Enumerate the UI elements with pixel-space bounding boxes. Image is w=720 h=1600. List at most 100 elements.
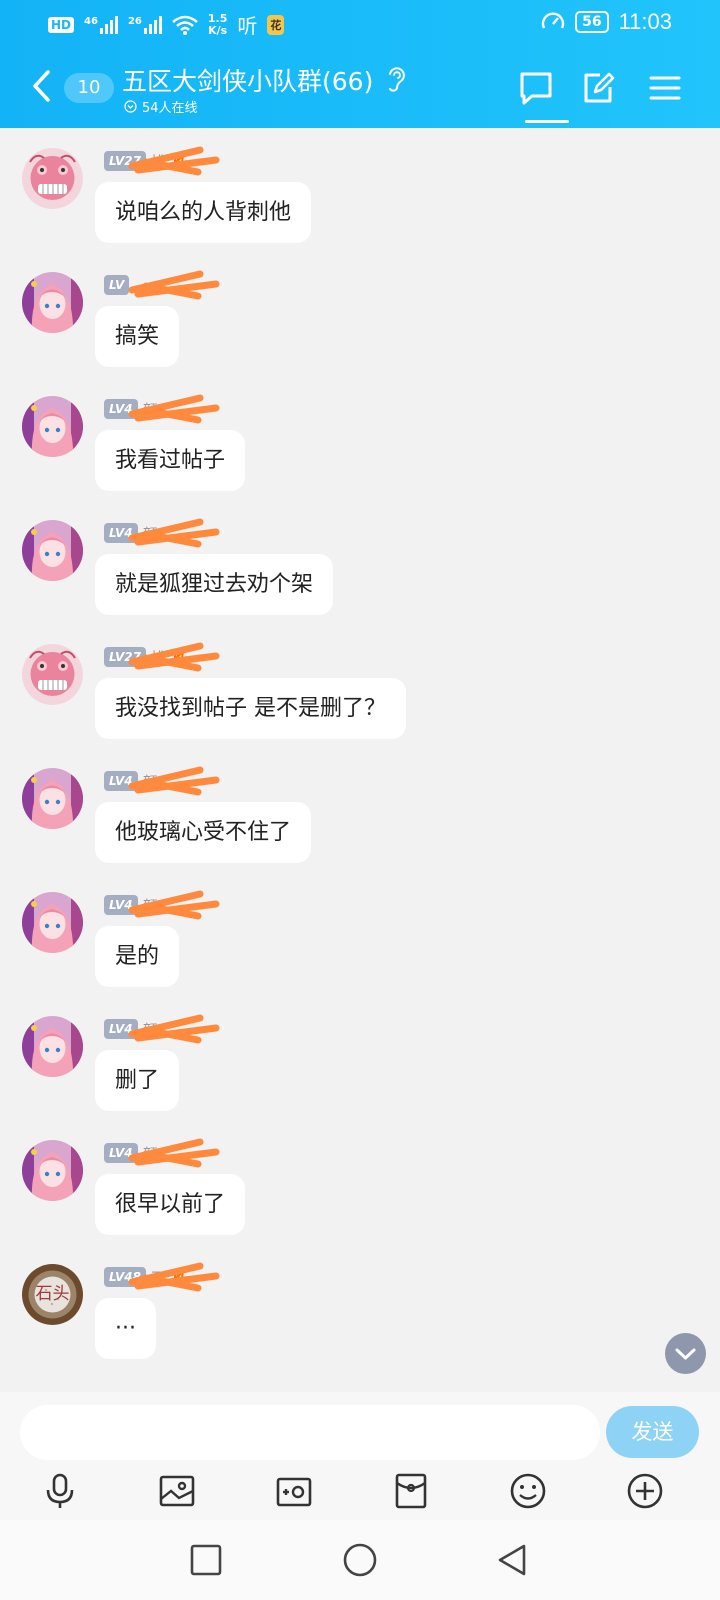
message-row: LV4 颜他玻璃心受不住了 <box>0 748 720 872</box>
emoji-icon[interactable] <box>508 1471 548 1511</box>
listen-icon: 听 <box>237 14 258 38</box>
message-bubble[interactable]: ··· <box>95 1298 156 1359</box>
level-badge: LV <box>104 275 130 295</box>
avatar[interactable] <box>22 768 83 829</box>
recent-apps-icon[interactable] <box>188 1542 224 1578</box>
scroll-to-bottom-button[interactable] <box>665 1333 706 1374</box>
battery-icon: 56 <box>575 11 609 33</box>
message-row: LV 搞笑 <box>0 252 720 376</box>
sender-nickname[interactable]: 颜 <box>143 1143 158 1164</box>
sim1-signal: 46 <box>84 15 118 34</box>
level-badge: LV48 <box>104 1267 146 1287</box>
avatar[interactable] <box>22 644 83 705</box>
message-row: LV4 颜就是狐狸过去劝个架 <box>0 500 720 624</box>
fire-icon: 🔥 <box>171 1268 190 1286</box>
level-badge: LV4 <box>104 771 138 791</box>
back-arrow-icon[interactable] <box>28 68 58 104</box>
message-bubble[interactable]: 删了 <box>95 1050 180 1111</box>
avatar[interactable] <box>22 892 83 953</box>
status-left-group: HD 46 26 1.5 K/s 听 花 <box>48 10 285 39</box>
online-status[interactable]: 54人在线 <box>124 97 198 116</box>
message-row: LV4 颜很早以前了 <box>0 1120 720 1244</box>
send-button[interactable]: 发送 <box>606 1406 699 1458</box>
status-bar: HD 46 26 1.5 K/s 听 花 56 11:03 <box>0 0 720 48</box>
message-bubble[interactable]: 是的 <box>95 926 180 987</box>
message-row: 石头 LV48 石 🔥 ··· <box>0 1244 720 1368</box>
level-badge: LV4 <box>104 1019 138 1039</box>
sender-nickname[interactable]: 桃 <box>151 151 166 172</box>
sender-nickname[interactable]: 颜 <box>143 771 158 792</box>
chevron-down-icon <box>675 1348 696 1360</box>
avatar[interactable] <box>22 1140 83 1201</box>
message-row: LV27 桃 🔥 说咱么的人背刺他 <box>0 128 720 252</box>
image-icon[interactable] <box>157 1471 197 1511</box>
avatar[interactable] <box>22 272 83 333</box>
message-bubble[interactable]: 他玻璃心受不住了 <box>95 802 312 863</box>
level-badge: LV4 <box>104 1143 138 1163</box>
input-area: 发送 <box>0 1392 720 1520</box>
ear-icon[interactable] <box>385 64 407 94</box>
chat-tab-underline <box>525 120 569 123</box>
message-bubble[interactable]: 很早以前了 <box>95 1174 246 1235</box>
group-title[interactable]: 五区大剑侠小队群(66) <box>122 62 373 98</box>
level-badge: LV4 <box>104 895 138 915</box>
sender-meta: LV <box>104 274 134 296</box>
online-chevron-icon <box>124 100 137 113</box>
message-bubble[interactable]: 说咱么的人背刺他 <box>95 182 312 243</box>
sender-meta: LV27 桃 🔥 <box>104 150 190 172</box>
hd-badge: HD <box>48 16 75 33</box>
microphone-icon[interactable] <box>40 1471 80 1511</box>
sender-meta: LV4 颜 <box>104 770 158 792</box>
sender-nickname[interactable]: 颜 <box>143 399 158 420</box>
avatar[interactable] <box>22 148 83 209</box>
clock: 11:03 <box>618 9 672 34</box>
plus-icon[interactable] <box>625 1471 665 1511</box>
message-row: LV4 颜我看过帖子 <box>0 376 720 500</box>
title-bar: 10 五区大剑侠小队群(66) 54人在线 <box>0 48 720 128</box>
level-badge: LV4 <box>104 523 138 543</box>
status-right-group: 56 11:03 <box>541 9 672 35</box>
message-bubble[interactable]: 搞笑 <box>95 306 180 367</box>
sender-meta: LV4 颜 <box>104 398 158 420</box>
sender-meta: LV4 颜 <box>104 894 158 916</box>
level-badge: LV4 <box>104 399 138 419</box>
level-badge: LV27 <box>104 151 146 171</box>
unread-count-badge[interactable]: 10 <box>64 73 114 103</box>
sender-nickname[interactable]: 石 <box>151 1267 166 1288</box>
avatar[interactable] <box>22 520 83 581</box>
sender-nickname[interactable]: 桃 <box>151 647 166 668</box>
sim2-label: 26 <box>127 15 142 27</box>
fire-icon: 🔥 <box>171 648 190 666</box>
red-packet-icon[interactable] <box>391 1471 431 1511</box>
menu-icon[interactable] <box>645 68 685 108</box>
sim1-label: 46 <box>84 15 98 27</box>
signal-bars-icon <box>99 15 118 34</box>
fire-icon: 🔥 <box>171 152 190 170</box>
home-icon[interactable] <box>342 1542 378 1578</box>
message-input[interactable] <box>20 1405 600 1460</box>
net-speed-unit: K/s <box>208 23 228 37</box>
online-count-text: 54人在线 <box>142 101 198 116</box>
sender-nickname[interactable]: 颜 <box>143 523 158 544</box>
app-notification-badge: 花 <box>267 14 285 35</box>
sender-meta: LV4 颜 <box>104 1142 158 1164</box>
chat-bubble-icon[interactable] <box>516 68 556 108</box>
avatar[interactable]: 石头 <box>22 1264 83 1325</box>
message-bubble[interactable]: 我没找到帖子 是不是删了？ <box>95 678 406 739</box>
avatar[interactable] <box>22 1016 83 1077</box>
message-bubble[interactable]: 我看过帖子 <box>95 430 246 491</box>
edit-note-icon[interactable] <box>578 68 618 108</box>
back-icon[interactable] <box>494 1542 530 1578</box>
avatar[interactable] <box>22 396 83 457</box>
sender-nickname[interactable]: 颜 <box>143 1019 158 1040</box>
app-header: HD 46 26 1.5 K/s 听 花 56 11:03 10 五区大剑侠小队… <box>0 0 720 128</box>
avatar-text: 石头 <box>35 1284 70 1304</box>
sender-meta: LV48 石 🔥 <box>104 1266 190 1288</box>
signal-bars-icon <box>143 15 162 34</box>
net-speed: 1.5 K/s <box>208 12 228 37</box>
wifi-icon <box>172 15 198 35</box>
system-nav-bar <box>0 1520 720 1600</box>
message-bubble[interactable]: 就是狐狸过去劝个架 <box>95 554 334 615</box>
sender-nickname[interactable]: 颜 <box>143 895 158 916</box>
camera-icon[interactable] <box>274 1471 314 1511</box>
